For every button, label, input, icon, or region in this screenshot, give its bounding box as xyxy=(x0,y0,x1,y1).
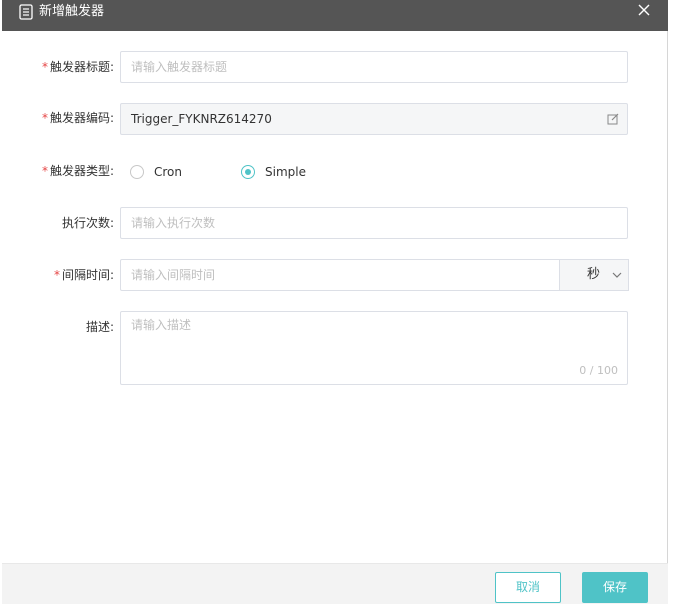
description-label: 描述: xyxy=(2,320,114,334)
cancel-button[interactable]: 取消 xyxy=(495,572,561,603)
description-label-text: 描述: xyxy=(85,320,114,334)
description-char-counter: 0 / 100 xyxy=(579,364,618,377)
radio-cron-label: Cron xyxy=(154,165,182,179)
document-icon xyxy=(19,4,33,20)
interval-input[interactable]: 请输入间隔时间 秒 xyxy=(120,259,629,291)
radio-simple-label: Simple xyxy=(265,165,306,179)
add-trigger-dialog: 新增触发器 * 触发器标题: 请输入触发器标题 * 触发器编码: Trigger_F… xyxy=(2,0,668,604)
trigger-title-label-text: 触发器标题: xyxy=(49,60,114,74)
interval-label: * 间隔时间: xyxy=(2,268,114,282)
radio-circle[interactable] xyxy=(130,165,144,179)
chevron-down-icon xyxy=(612,272,622,278)
dialog-title: 新增触发器 xyxy=(39,4,105,19)
trigger-type-label: * 触发器类型: xyxy=(2,164,114,178)
trigger-code-label-text: 触发器编码: xyxy=(49,111,114,125)
dialog-header: 新增触发器 xyxy=(2,0,668,31)
interval-placeholder: 请输入间隔时间 xyxy=(131,268,216,282)
execution-count-label: 执行次数: xyxy=(2,216,114,230)
execution-count-input[interactable]: 请输入执行次数 xyxy=(120,207,628,239)
dialog-footer: 取消 保存 xyxy=(2,563,668,604)
trigger-title-input[interactable]: 请输入触发器标题 xyxy=(120,51,628,83)
trigger-code-input[interactable]: Trigger_FYKNRZ614270 xyxy=(120,103,628,135)
required-mark: * xyxy=(41,164,48,178)
description-placeholder: 请输入描述 xyxy=(131,318,192,332)
edit-icon[interactable] xyxy=(607,113,619,125)
execution-count-label-text: 执行次数: xyxy=(61,216,114,230)
trigger-type-label-text: 触发器类型: xyxy=(49,164,114,178)
description-textarea[interactable]: 请输入描述 0 / 100 xyxy=(120,311,628,385)
required-mark: * xyxy=(41,111,48,125)
close-icon[interactable] xyxy=(636,2,652,18)
required-mark: * xyxy=(41,60,48,74)
radio-circle[interactable] xyxy=(241,165,255,179)
required-mark: * xyxy=(53,268,60,282)
interval-unit-select[interactable]: 秒 xyxy=(559,259,629,291)
trigger-code-value: Trigger_FYKNRZ614270 xyxy=(131,112,272,126)
execution-count-placeholder: 请输入执行次数 xyxy=(131,216,216,230)
interval-label-text: 间隔时间: xyxy=(61,268,114,282)
trigger-code-label: * 触发器编码: xyxy=(2,111,114,125)
interval-unit-value: 秒 xyxy=(587,267,601,282)
save-button[interactable]: 保存 xyxy=(582,572,648,603)
trigger-title-placeholder: 请输入触发器标题 xyxy=(131,60,228,74)
trigger-title-label: * 触发器标题: xyxy=(2,60,114,74)
